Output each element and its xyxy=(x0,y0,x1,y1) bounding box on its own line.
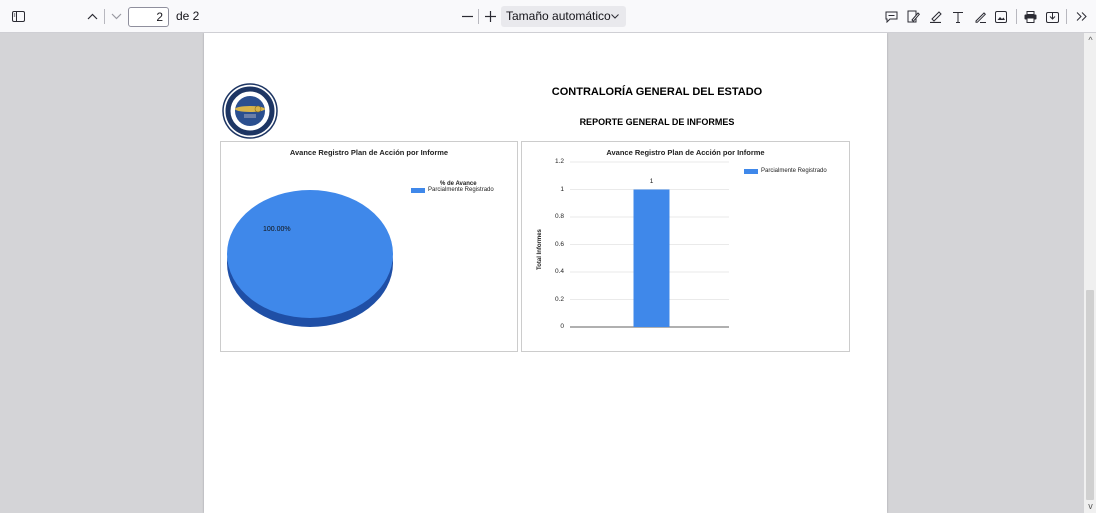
more-tools-icon[interactable] xyxy=(1072,0,1090,33)
toolbar-separator xyxy=(1066,9,1067,24)
pdf-toolbar: 2 de 2 Tamaño automático xyxy=(0,0,1096,33)
toolbar-separator xyxy=(478,9,479,24)
scrollbar-thumb[interactable] xyxy=(1086,290,1094,500)
document-viewer[interactable]: CONTRALORÍA GENERAL DEL ESTADO REPORTE G… xyxy=(0,33,1084,513)
zoom-in-icon[interactable] xyxy=(482,0,498,33)
scroll-down-arrow-icon[interactable]: v xyxy=(1085,500,1096,512)
save-icon[interactable] xyxy=(1043,0,1061,33)
contraloria-seal-logo xyxy=(222,83,278,139)
scroll-up-arrow-icon[interactable]: ^ xyxy=(1085,33,1096,45)
page-number-input[interactable]: 2 xyxy=(128,7,169,27)
bar-value-label: 1 xyxy=(649,177,654,185)
comment-icon[interactable] xyxy=(882,0,900,33)
document-title: CONTRALORÍA GENERAL DEL ESTADO xyxy=(551,86,763,98)
next-page-icon[interactable] xyxy=(107,0,125,33)
zoom-select-value: Tamaño automático xyxy=(506,9,611,23)
text-icon[interactable] xyxy=(949,0,967,33)
image-icon[interactable] xyxy=(992,0,1010,33)
pie-slice-parcialmente-registrado xyxy=(227,190,393,318)
pdf-page: CONTRALORÍA GENERAL DEL ESTADO REPORTE G… xyxy=(204,33,887,513)
bar-chart-svg xyxy=(570,161,729,328)
toolbar-separator xyxy=(1016,9,1017,24)
previous-page-icon[interactable] xyxy=(83,0,101,33)
page-count-label: de 2 xyxy=(176,9,200,23)
zoom-out-icon[interactable] xyxy=(459,0,475,33)
document-subtitle: REPORTE GENERAL DE INFORMES xyxy=(579,117,735,127)
zoom-select[interactable]: Tamaño automático xyxy=(501,6,626,27)
bar-chart-panel: Avance Registro Plan de Acción por Infor… xyxy=(521,141,850,352)
pie-chart-panel: Avance Registro Plan de Acción por Infor… xyxy=(220,141,518,352)
sidebar-toggle-icon[interactable] xyxy=(8,0,28,33)
draw-icon[interactable] xyxy=(971,0,989,33)
signature-icon[interactable] xyxy=(904,0,922,33)
pie-slice-label: 100.00% xyxy=(263,226,291,233)
highlight-icon[interactable] xyxy=(926,0,944,33)
toolbar-separator xyxy=(104,9,105,24)
pie-chart-svg xyxy=(227,190,393,327)
chevron-down-icon xyxy=(611,6,619,27)
bar-parcialmente-registrado xyxy=(633,189,670,327)
print-icon[interactable] xyxy=(1021,0,1039,33)
